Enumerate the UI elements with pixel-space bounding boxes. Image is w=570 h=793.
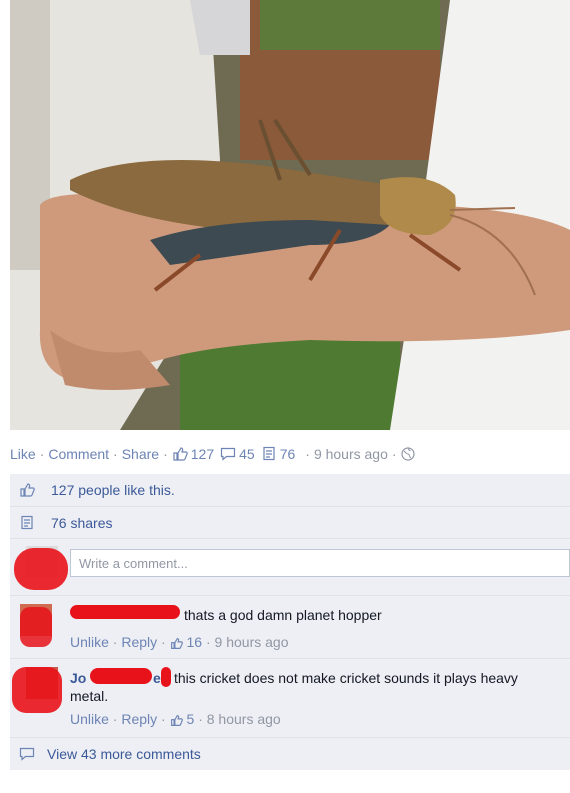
comment-text-continued: metal. [70, 688, 109, 704]
unlike-link[interactable]: Unlike [70, 634, 109, 650]
share-link[interactable]: Share [122, 446, 159, 462]
view-more-row: View 43 more comments [10, 738, 570, 770]
separator: · [112, 634, 118, 650]
thumbs-up-icon [170, 714, 183, 726]
thumbs-up-icon [20, 483, 35, 497]
comment-input[interactable]: Write a comment... [70, 549, 570, 577]
post-photo[interactable] [10, 0, 570, 430]
shares-summary-row: 76 shares [10, 507, 570, 538]
comment-text: this cricket does not make cricket sound… [174, 670, 518, 686]
separator: · [205, 634, 211, 650]
separator: · [305, 446, 310, 462]
comment-text: thats a god damn planet hopper [184, 607, 382, 623]
share-icon [21, 515, 33, 529]
redaction-mark [90, 668, 152, 684]
separator: · [112, 711, 118, 727]
like-link[interactable]: Like [10, 446, 36, 462]
redaction-mark [12, 667, 62, 713]
comment-input-placeholder: Write a comment... [79, 555, 188, 571]
globe-icon[interactable] [400, 447, 415, 461]
redaction-mark [20, 607, 52, 647]
comment-meta: Unlike · Reply · 16 · 9 hours ago [70, 634, 288, 650]
comment-author[interactable]: Jo [70, 669, 86, 687]
comment-meta: Unlike · Reply · 5 · 8 hours ago [70, 711, 281, 727]
shares-count[interactable]: 76 [280, 446, 296, 462]
separator: · [39, 446, 45, 462]
reply-link[interactable]: Reply [121, 634, 157, 650]
separator: · [113, 446, 118, 462]
comment-timestamp[interactable]: 8 hours ago [207, 711, 281, 727]
comment-timestamp[interactable]: 9 hours ago [215, 634, 289, 650]
separator: · [163, 446, 168, 462]
separator: · [391, 446, 397, 462]
likes-summary[interactable]: 127 people like this. [51, 482, 175, 498]
likes-count[interactable]: 127 [191, 446, 214, 462]
comment-likes-count[interactable]: 5 [187, 711, 195, 727]
comment-author-name[interactable]: Jo [70, 670, 86, 686]
post-timestamp[interactable]: 9 hours ago [314, 446, 388, 462]
share-icon [263, 446, 275, 461]
comments-count[interactable]: 45 [239, 446, 255, 462]
redaction-mark [70, 605, 180, 619]
redaction-mark [161, 667, 171, 687]
shares-summary[interactable]: 76 shares [51, 515, 112, 531]
post-action-bar: Like · Comment · Share · 127 45 76 · 9 h… [10, 438, 570, 470]
unlike-link[interactable]: Unlike [70, 711, 109, 727]
comment-icon [19, 747, 35, 761]
comment-likes-count[interactable]: 16 [187, 634, 203, 650]
view-more-comments-link[interactable]: View 43 more comments [47, 746, 201, 762]
grasshopper-photo [10, 0, 570, 430]
separator: · [161, 711, 166, 727]
comment-link[interactable]: Comment [48, 446, 109, 462]
likes-summary-row: 127 people like this. [10, 474, 570, 506]
separator: · [161, 634, 166, 650]
thumbs-up-icon [173, 447, 188, 461]
comment-icon [221, 447, 236, 461]
redaction-mark [14, 548, 68, 590]
reply-link[interactable]: Reply [121, 711, 157, 727]
thumbs-up-icon [170, 637, 183, 649]
comment-author-name-tail: e [153, 670, 161, 686]
comment-author-tail: e [153, 669, 161, 687]
separator: · [198, 711, 203, 727]
